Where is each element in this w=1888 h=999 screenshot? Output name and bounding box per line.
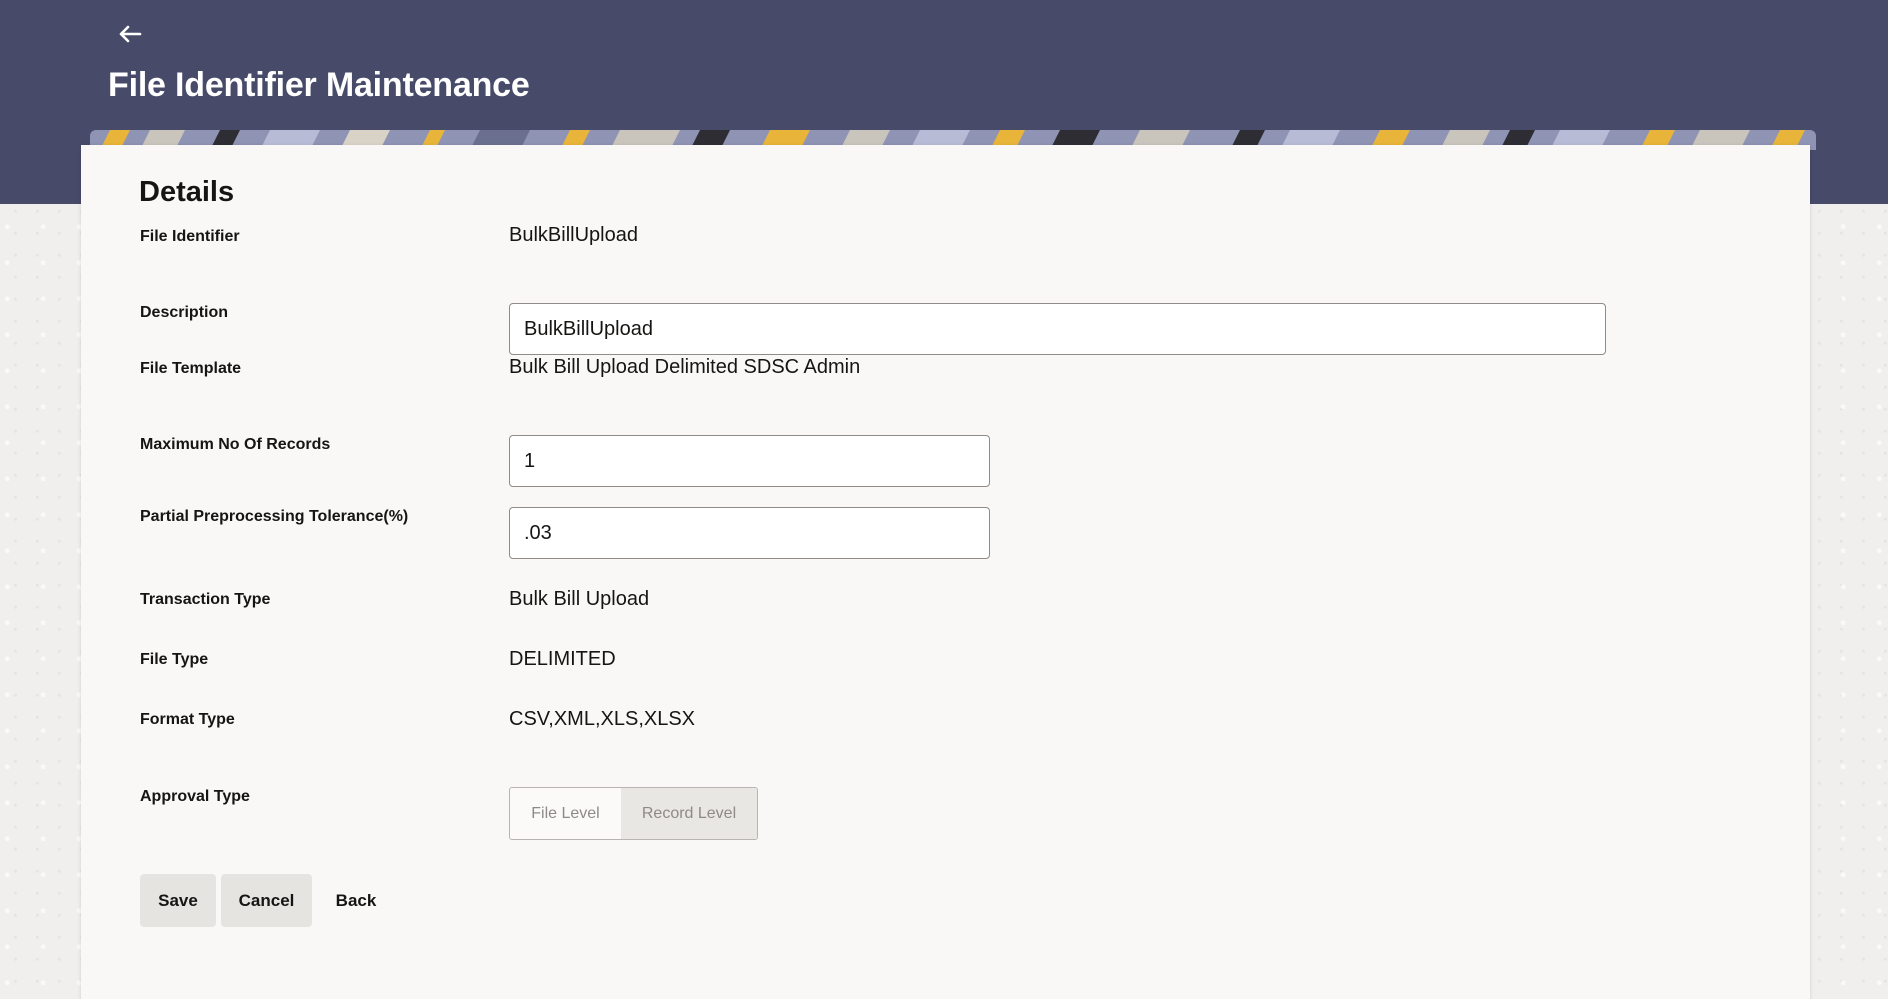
transaction-type-label: Transaction Type [140, 591, 271, 608]
approval-option-file-level[interactable]: File Level [510, 788, 621, 839]
transaction-type-value: Bulk Bill Upload [509, 588, 650, 610]
section-title: Details [139, 176, 235, 208]
description-label: Description [140, 304, 229, 321]
format-type-label: Format Type [140, 711, 235, 728]
back-button[interactable]: Back [326, 874, 386, 927]
approval-type-label: Approval Type [140, 788, 250, 805]
approval-type-toggle: File Level Record Level [509, 787, 758, 840]
file-template-value: Bulk Bill Upload Delimited SDSC Admin [509, 356, 861, 378]
arrow-left-icon[interactable] [114, 18, 146, 50]
save-button[interactable]: Save [140, 874, 216, 927]
max-records-label: Maximum No Of Records [140, 436, 331, 453]
file-identifier-value: BulkBillUpload [509, 224, 638, 246]
cancel-button[interactable]: Cancel [221, 874, 312, 927]
page-title: File Identifier Maintenance [108, 66, 530, 104]
details-card [81, 145, 1810, 999]
file-type-value: DELIMITED [509, 648, 616, 670]
tolerance-input[interactable] [509, 507, 990, 559]
max-records-input[interactable] [509, 435, 990, 487]
tolerance-label: Partial Preprocessing Tolerance(%) [140, 508, 409, 525]
description-input[interactable] [509, 303, 1606, 355]
file-template-label: File Template [140, 360, 242, 377]
file-type-label: File Type [140, 651, 209, 668]
approval-option-record-level[interactable]: Record Level [621, 788, 757, 839]
format-type-value: CSV,XML,XLS,XLSX [509, 708, 696, 730]
file-identifier-label: File Identifier [140, 228, 240, 245]
